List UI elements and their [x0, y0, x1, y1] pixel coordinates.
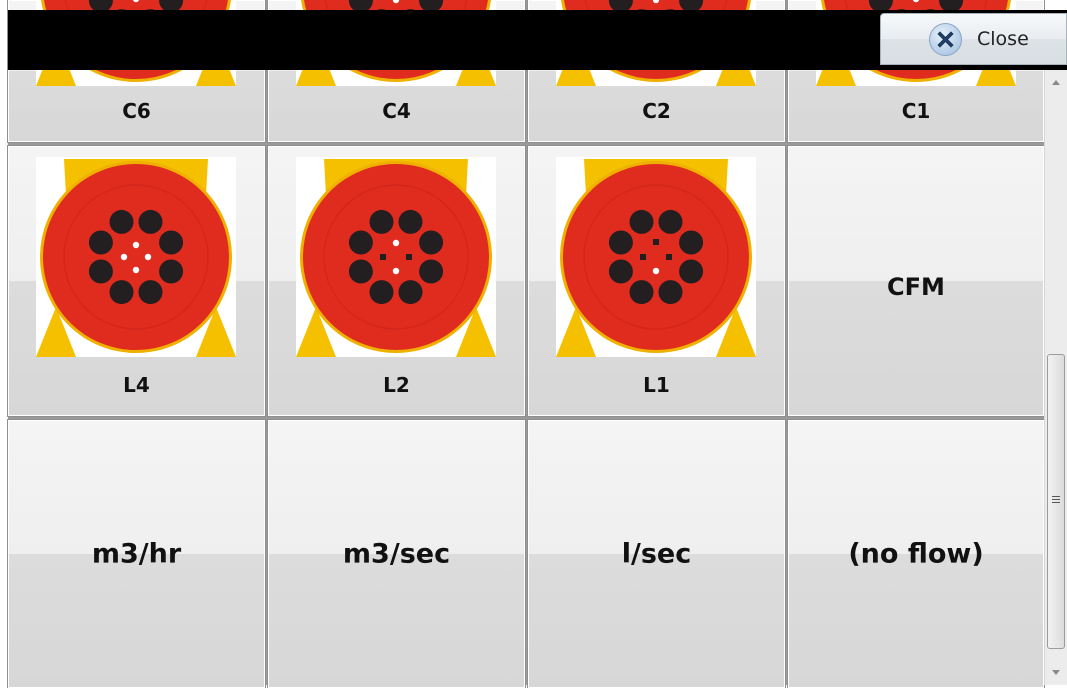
tile-m3-hr[interactable]: m3/hr: [7, 419, 266, 688]
tile-label: (no flow): [848, 538, 984, 570]
close-label: Close: [977, 28, 1029, 50]
connector-l4-icon: [36, 157, 236, 357]
tile-label: C4: [382, 99, 411, 123]
tile-label: L4: [123, 373, 150, 397]
tile-label: m3/hr: [91, 538, 182, 570]
scrollbar-thumb[interactable]: [1047, 354, 1065, 649]
scroll-up-arrow-icon[interactable]: [1052, 80, 1060, 85]
tile-cfm[interactable]: CFM: [787, 145, 1045, 417]
tile-label: L2: [383, 373, 410, 397]
tile-l4[interactable]: L4: [7, 145, 266, 417]
tile-label: CFM: [887, 273, 945, 301]
tile-label: l/sec: [621, 538, 692, 570]
tile-l-sec[interactable]: l/sec: [527, 419, 786, 688]
connector-l2-icon: [296, 157, 496, 357]
tile-l2[interactable]: L2: [267, 145, 526, 417]
tile-label: C6: [122, 99, 151, 123]
close-button[interactable]: Close: [880, 13, 1067, 65]
tile-label: C2: [642, 99, 671, 123]
tile-l1[interactable]: L1: [527, 145, 786, 417]
close-x-icon: [929, 23, 962, 56]
selection-grid: C6 C4 C2 C1 L4 L2 L1 CFM m3/hr m3/sec l/…: [7, 0, 1045, 688]
connector-l1-icon: [556, 157, 756, 357]
tile-label: C1: [901, 99, 931, 123]
tile-no-flow[interactable]: (no flow): [787, 419, 1045, 688]
tile-label: m3/sec: [342, 538, 451, 570]
vertical-scrollbar[interactable]: [1044, 70, 1067, 685]
tile-m3-sec[interactable]: m3/sec: [267, 419, 526, 688]
scroll-down-arrow-icon[interactable]: [1052, 670, 1060, 675]
tile-label: L1: [643, 373, 670, 397]
